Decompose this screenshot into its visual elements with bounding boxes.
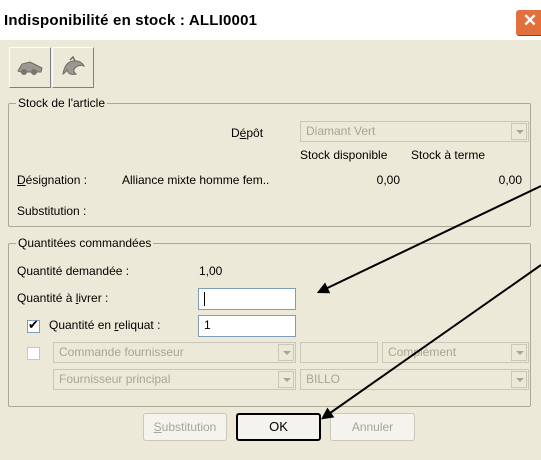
arrow-to-livrer-field: [316, 185, 541, 294]
annotation-arrows: [316, 185, 541, 420]
arrow-to-ok-button: [321, 264, 541, 420]
dialog-window: Indisponibilité en stock : ALLI0001 ✕ St…: [0, 0, 541, 460]
